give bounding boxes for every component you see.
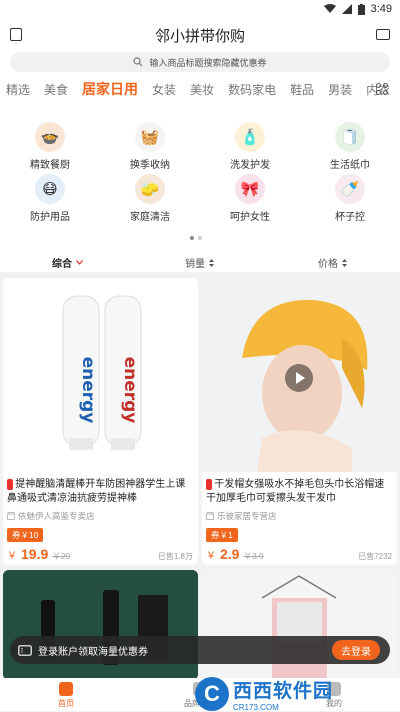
tmall-tag-icon bbox=[7, 479, 14, 490]
tab-shoes[interactable]: 鞋品 bbox=[290, 81, 314, 98]
search-area: 输入商品标题搜索隐藏优惠券 bbox=[0, 52, 400, 74]
home-icon bbox=[59, 682, 73, 696]
wifi-icon bbox=[323, 4, 336, 13]
product-card[interactable]: energy energy 提神醒脑清醒棒开车防困神器学生上课鼻通吸式清凉油抗疲… bbox=[3, 278, 198, 565]
sold-count: 已售7232 bbox=[358, 552, 392, 561]
sort-price-label: 价格 bbox=[318, 259, 338, 270]
category-feminine[interactable]: 🎀 呵护女性 bbox=[210, 174, 290, 223]
tmall-tag-icon bbox=[206, 479, 213, 490]
category-kitchen[interactable]: 🍲 精致餐厨 bbox=[10, 122, 90, 171]
sort-composite[interactable]: 综合 bbox=[52, 255, 83, 270]
original-price: ￥3.9 bbox=[243, 551, 264, 561]
shop-icon bbox=[7, 512, 15, 520]
sort-price[interactable]: 价格 bbox=[318, 255, 347, 270]
chevron-down-icon bbox=[76, 260, 83, 265]
category-grid: 🍲 精致餐厨 🧺 换季收纳 🧴 洗发护发 🧻 生活纸巾 😷 防护用品 🧽 家庭清… bbox=[0, 104, 400, 250]
category-cups[interactable]: 🍼 杯子控 bbox=[310, 174, 390, 223]
sold-count: 已售1.8万 bbox=[157, 552, 193, 561]
inhaler-image: energy energy bbox=[62, 295, 142, 450]
tab-women[interactable]: 女装 bbox=[152, 81, 176, 98]
category-label: 洗发护发 bbox=[230, 160, 270, 171]
mask-icon: 😷 bbox=[35, 174, 65, 204]
status-bar: 3:49 bbox=[0, 0, 400, 18]
nav-home[interactable]: 首页 bbox=[36, 682, 96, 709]
category-label: 呵护女性 bbox=[230, 212, 270, 223]
category-label: 精致餐厨 bbox=[30, 160, 70, 171]
search-icon bbox=[133, 57, 143, 67]
cleaner-icon: 🧽 bbox=[135, 174, 165, 204]
status-time: 3:49 bbox=[370, 3, 392, 15]
cup-icon: 🍼 bbox=[335, 174, 365, 204]
watermark-main-text: 西西软件园 bbox=[233, 681, 334, 702]
search-input[interactable]: 输入商品标题搜索隐藏优惠券 bbox=[10, 52, 390, 72]
category-tissue[interactable]: 🧻 生活纸巾 bbox=[310, 122, 390, 171]
shop-name: 依魅伊人高鉴专卖店 bbox=[7, 510, 95, 522]
page-indicator bbox=[190, 236, 202, 240]
sort-arrows-icon bbox=[209, 258, 214, 267]
sort-arrows-icon bbox=[342, 258, 347, 267]
price-row: ￥ 19.9 ￥29 bbox=[7, 546, 71, 562]
sort-sales[interactable]: 销量 bbox=[185, 255, 214, 270]
original-price: ￥29 bbox=[52, 551, 71, 561]
price-row: ￥ 2.9 ￥3.9 bbox=[206, 546, 264, 562]
tab-beauty[interactable]: 美妆 bbox=[190, 81, 214, 98]
toast-text: 登录账户领取海量优惠券 bbox=[38, 646, 148, 658]
shampoo-icon: 🧴 bbox=[235, 122, 265, 152]
coupon-badge: 券￥1 bbox=[206, 528, 238, 542]
shop-icon bbox=[206, 512, 214, 520]
tab-digital[interactable]: 数码家电 bbox=[228, 81, 276, 98]
category-label: 生活纸巾 bbox=[330, 160, 370, 171]
product-image[interactable]: energy energy bbox=[3, 278, 198, 472]
page-title: 邻小拼带你购 bbox=[154, 27, 245, 45]
category-tabs: 精选 美食 居家日用 女装 美妆 数码家电 鞋品 男装 内衣 bbox=[0, 74, 400, 104]
tab-featured[interactable]: 精选 bbox=[6, 81, 30, 98]
site-watermark: C 西西软件园 CR173.COM bbox=[195, 677, 385, 712]
watermark-logo: C bbox=[195, 677, 229, 711]
sort-bar: 综合 销量 价格 bbox=[0, 250, 400, 272]
sort-composite-label: 综合 bbox=[52, 259, 72, 270]
price: 19.9 bbox=[21, 546, 49, 562]
svg-text:energy: energy bbox=[120, 357, 140, 424]
price: 2.9 bbox=[220, 546, 240, 562]
category-storage[interactable]: 🧺 换季收纳 bbox=[110, 122, 190, 171]
storage-icon: 🧺 bbox=[135, 122, 165, 152]
pad-icon: 🎀 bbox=[235, 174, 265, 204]
sort-sales-label: 销量 bbox=[185, 259, 205, 270]
tab-men[interactable]: 男装 bbox=[328, 81, 352, 98]
app-header: 邻小拼带你购 bbox=[0, 18, 400, 52]
tab-food[interactable]: 美食 bbox=[44, 81, 68, 98]
play-video-button[interactable] bbox=[285, 364, 313, 392]
grid-menu-icon[interactable] bbox=[376, 83, 388, 95]
category-cleaning[interactable]: 🧽 家庭清洁 bbox=[110, 174, 190, 223]
category-haircare[interactable]: 🧴 洗发护发 bbox=[210, 122, 290, 171]
login-toast: 登录账户领取海量优惠券 去登录 bbox=[10, 636, 390, 664]
pot-icon: 🍲 bbox=[35, 122, 65, 152]
product-title[interactable]: 提神醒脑清醒棒开车防困神器学生上课鼻通吸式清凉油抗疲劳提神棒 bbox=[7, 478, 194, 506]
coupon-badge: 券￥10 bbox=[7, 528, 44, 542]
tissue-icon: 🧻 bbox=[335, 122, 365, 152]
search-placeholder: 输入商品标题搜索隐藏优惠券 bbox=[149, 57, 267, 68]
nav-home-label: 首页 bbox=[58, 699, 74, 708]
category-label: 杯子控 bbox=[335, 212, 365, 223]
tab-home-goods[interactable]: 居家日用 bbox=[82, 79, 138, 99]
category-label: 防护用品 bbox=[30, 212, 70, 223]
coupon-icon bbox=[18, 644, 32, 656]
note-icon[interactable] bbox=[10, 28, 22, 41]
login-button[interactable]: 去登录 bbox=[332, 640, 380, 660]
message-icon[interactable] bbox=[376, 29, 390, 40]
signal-icon bbox=[341, 4, 352, 14]
product-title[interactable]: 干发帽女强吸水不掉毛包头巾长浴帽速干加厚毛巾可爱擦头发干发巾 bbox=[206, 478, 393, 506]
product-image[interactable] bbox=[202, 278, 397, 472]
product-card[interactable]: 干发帽女强吸水不掉毛包头巾长浴帽速干加厚毛巾可爱擦头发干发巾 乐彼家居专营店 券… bbox=[202, 278, 397, 565]
svg-text:energy: energy bbox=[78, 357, 98, 424]
category-protection[interactable]: 😷 防护用品 bbox=[10, 174, 90, 223]
category-label: 家庭清洁 bbox=[130, 212, 170, 223]
category-label: 换季收纳 bbox=[130, 160, 170, 171]
shop-name: 乐彼家居专营店 bbox=[206, 510, 277, 522]
battery-icon bbox=[357, 3, 365, 15]
